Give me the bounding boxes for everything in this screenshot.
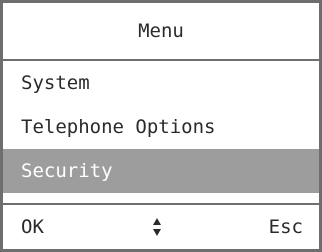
menu-list: System Telephone Options Security bbox=[3, 61, 319, 193]
phone-display: Menu System Telephone Options Security O… bbox=[0, 0, 322, 252]
menu-item-system[interactable]: System bbox=[3, 61, 319, 105]
menu-title-bar: Menu bbox=[3, 3, 319, 61]
up-down-scroll-icon[interactable] bbox=[151, 217, 163, 237]
softkey-bar: OK Esc bbox=[3, 203, 319, 249]
menu-item-telephone-options[interactable]: Telephone Options bbox=[3, 105, 319, 149]
esc-softkey[interactable]: Esc bbox=[269, 205, 303, 249]
menu-title: Menu bbox=[138, 20, 184, 42]
ok-softkey[interactable]: OK bbox=[21, 205, 44, 249]
menu-item-security[interactable]: Security bbox=[3, 149, 319, 193]
